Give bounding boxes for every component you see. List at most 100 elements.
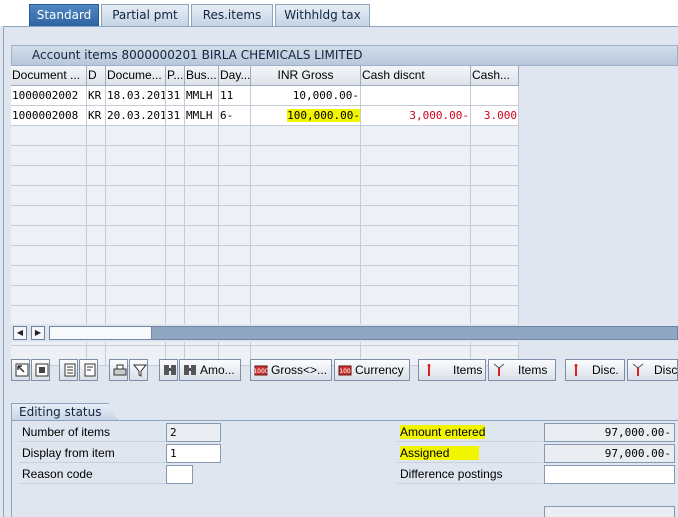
empty-cell bbox=[11, 166, 87, 186]
empty-cell bbox=[219, 306, 251, 326]
empty-cell bbox=[361, 286, 471, 306]
scroll-right-icon[interactable]: ▶ bbox=[31, 326, 45, 340]
empty-cell bbox=[166, 226, 185, 246]
empty-cell bbox=[166, 286, 185, 306]
amount-entered-field: 97,000.00- bbox=[544, 423, 675, 442]
empty-cell bbox=[185, 206, 219, 226]
table-row[interactable]: 1000002008 KR 20.03.2013 31 MMLH 6- 100,… bbox=[11, 106, 519, 126]
empty-cell bbox=[106, 306, 166, 326]
empty-cell bbox=[87, 226, 106, 246]
empty-cell bbox=[219, 246, 251, 266]
tab-bar: Standard Partial pmt Res.items Withhldg … bbox=[0, 0, 678, 26]
cell-doc-type: KR bbox=[87, 86, 106, 106]
empty-cell bbox=[185, 266, 219, 286]
find-next-button[interactable]: Amo... bbox=[179, 359, 241, 381]
col-header-days[interactable]: Day... bbox=[219, 66, 251, 86]
deselect-all-button[interactable] bbox=[31, 359, 50, 381]
highlighted-gross-amount: 100,000.00- bbox=[287, 109, 360, 122]
col-header-cash-discount-pct[interactable]: Cash... bbox=[471, 66, 519, 86]
empty-cell bbox=[251, 126, 361, 146]
cell-days: 11 bbox=[219, 86, 251, 106]
empty-cell bbox=[87, 126, 106, 146]
empty-cell bbox=[251, 246, 361, 266]
empty-cell bbox=[219, 206, 251, 226]
items-deactivate-button[interactable]: Items bbox=[488, 359, 556, 381]
col-header-doc-date[interactable]: Docume... bbox=[106, 66, 166, 86]
col-header-posting-key[interactable]: P... bbox=[166, 66, 185, 86]
cell-doc-date: 18.03.2013 bbox=[106, 86, 166, 106]
scroll-left-icon[interactable]: ◀ bbox=[13, 326, 27, 340]
deselect-block-icon bbox=[84, 363, 96, 377]
cell-cash-discount[interactable] bbox=[361, 86, 471, 106]
empty-cell bbox=[471, 166, 519, 186]
empty-table-row bbox=[11, 166, 519, 186]
col-header-business-area[interactable]: Bus... bbox=[185, 66, 219, 86]
empty-cell bbox=[87, 246, 106, 266]
gross-net-button[interactable]: 1000 Gross<>... bbox=[250, 359, 332, 381]
col-header-doc-type[interactable]: D bbox=[87, 66, 106, 86]
empty-table-row bbox=[11, 246, 519, 266]
display-from-item-field[interactable]: 1 bbox=[166, 444, 221, 463]
empty-cell bbox=[11, 306, 87, 326]
find-next-label: Amo... bbox=[200, 363, 235, 377]
table-row[interactable]: 1000002002 KR 18.03.2013 31 MMLH 11 10,0… bbox=[11, 86, 519, 106]
disc-deactivate-icon bbox=[632, 363, 644, 376]
empty-cell bbox=[185, 226, 219, 246]
cell-document: 1000002008 bbox=[11, 106, 87, 126]
empty-cell bbox=[185, 186, 219, 206]
filter-button[interactable] bbox=[129, 359, 148, 381]
table-header-row: Document ... D Docume... P... Bus... Day… bbox=[11, 66, 519, 86]
cell-cash-discount-pct[interactable] bbox=[471, 86, 519, 106]
empty-cell bbox=[219, 186, 251, 206]
empty-cell bbox=[106, 146, 166, 166]
disc-activate-button[interactable]: Disc. bbox=[565, 359, 625, 381]
select-block-button[interactable] bbox=[59, 359, 78, 381]
difference-postings-field[interactable] bbox=[544, 465, 675, 484]
tab-partial-pmt[interactable]: Partial pmt bbox=[101, 4, 189, 26]
cell-inr-gross: 10,000.00- bbox=[251, 86, 361, 106]
scroll-thumb[interactable] bbox=[50, 327, 152, 339]
items-activate-button[interactable]: Items bbox=[418, 359, 486, 381]
cell-posting-key: 31 bbox=[166, 106, 185, 126]
print-button[interactable] bbox=[109, 359, 128, 381]
empty-cell bbox=[471, 186, 519, 206]
amount-entered-label-cell: Amount entered bbox=[397, 423, 543, 442]
empty-cell bbox=[219, 166, 251, 186]
empty-table-row bbox=[11, 306, 519, 326]
col-header-cash-discount[interactable]: Cash discnt bbox=[361, 66, 471, 86]
empty-cell bbox=[166, 246, 185, 266]
empty-table-row bbox=[11, 126, 519, 146]
disc-deactivate-button[interactable]: Disc bbox=[627, 359, 678, 381]
deselect-all-icon bbox=[35, 363, 49, 377]
gross-net-icon: 1000 bbox=[254, 365, 268, 376]
cell-cash-discount-pct[interactable]: 3.000 bbox=[471, 106, 519, 126]
empty-cell bbox=[11, 206, 87, 226]
print-icon bbox=[113, 364, 127, 376]
partially-visible-field bbox=[544, 506, 675, 517]
col-header-document[interactable]: Document ... bbox=[11, 66, 87, 86]
empty-cell bbox=[185, 126, 219, 146]
empty-cell bbox=[185, 166, 219, 186]
tab-res-items[interactable]: Res.items bbox=[191, 4, 273, 26]
empty-cell bbox=[166, 146, 185, 166]
reason-code-field[interactable] bbox=[166, 465, 193, 484]
empty-cell bbox=[471, 206, 519, 226]
deselect-block-button[interactable] bbox=[79, 359, 98, 381]
cell-cash-discount[interactable]: 3,000.00- bbox=[361, 106, 471, 126]
cell-days: 6- bbox=[219, 106, 251, 126]
empty-cell bbox=[471, 306, 519, 326]
empty-cell bbox=[106, 226, 166, 246]
empty-cell bbox=[251, 306, 361, 326]
horizontal-scrollbar[interactable]: ◀ ▶ bbox=[11, 324, 678, 342]
cell-inr-gross: 100,000.00- bbox=[251, 106, 361, 126]
scroll-track[interactable] bbox=[49, 326, 678, 340]
items-activate-icon bbox=[427, 364, 431, 376]
tab-standard[interactable]: Standard bbox=[29, 4, 99, 26]
empty-table-row bbox=[11, 186, 519, 206]
select-all-button[interactable] bbox=[11, 359, 30, 381]
svg-text:100: 100 bbox=[339, 368, 351, 375]
find-button[interactable] bbox=[159, 359, 178, 381]
tab-withhldg-tax[interactable]: Withhldg tax bbox=[275, 4, 370, 26]
col-header-inr-gross[interactable]: INR Gross bbox=[251, 66, 361, 86]
currency-button[interactable]: 100 Currency bbox=[334, 359, 410, 381]
